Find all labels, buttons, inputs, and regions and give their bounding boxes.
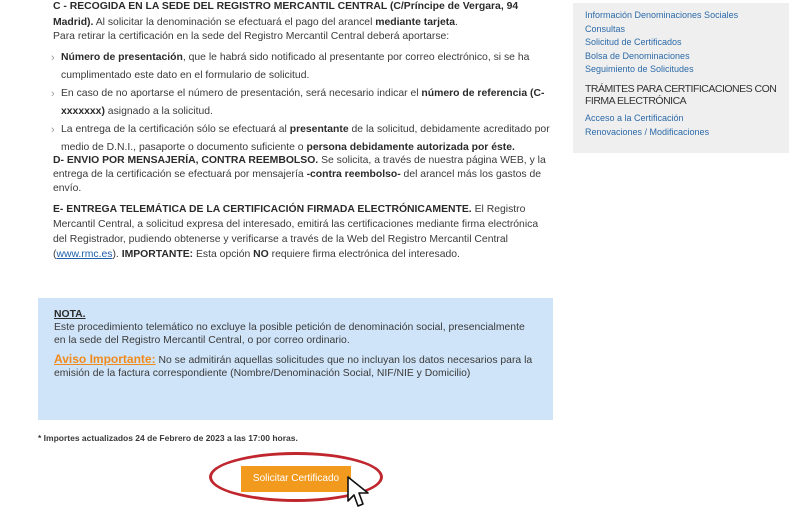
- list-item-text: En caso de no aportarse el número de pre…: [61, 88, 422, 99]
- sidebar: Información Denominaciones Sociales Cons…: [573, 3, 789, 153]
- sidebar-heading-line1: TRÁMITES PARA CERTIFICACIONES CON: [585, 82, 777, 95]
- section-c-bold: mediante tarjeta: [375, 17, 455, 28]
- section-d-paragraph: D- ENVIO POR MENSAJERÍA, CONTRA REEMBOLS…: [53, 154, 555, 196]
- solicitar-certificado-button[interactable]: Solicitar Certificado: [241, 466, 351, 492]
- mouse-pointer-icon: [347, 476, 369, 507]
- section-e-paragraph: E- ENTREGA TELEMÁTICA DE LA CERTIFICACIÓ…: [53, 202, 545, 262]
- sidebar-heading: TRÁMITES PARA CERTIFICACIONES CON FIRMA …: [585, 83, 777, 108]
- sidebar-link-consultas[interactable]: Consultas: [585, 23, 777, 37]
- nota-box: NOTA. Este procedimiento telemático no e…: [38, 298, 553, 420]
- list-item: La entrega de la certificación sólo se e…: [51, 121, 555, 157]
- section-d: D- ENVIO POR MENSAJERÍA, CONTRA REEMBOLS…: [53, 154, 555, 196]
- rmc-website-link[interactable]: www.rmc.es: [56, 249, 112, 260]
- aviso-title: Aviso Importante:: [54, 352, 156, 366]
- footnote: * Importes actualizados 24 de Febrero de…: [38, 433, 298, 443]
- list-item-bold: presentante: [289, 124, 349, 135]
- section-c-text2: Para retirar la certificación en la sede…: [53, 31, 450, 42]
- section-e-text: ).: [112, 249, 122, 260]
- sidebar-heading-line2: FIRMA ELECTRÓNICA: [585, 95, 687, 108]
- sidebar-link-seguimiento[interactable]: Seguimiento de Solicitudes: [585, 63, 777, 77]
- important-label: IMPORTANTE:: [121, 249, 194, 260]
- list-item-text: La entrega de la certificación sólo se e…: [61, 124, 290, 135]
- no-label: NO: [253, 249, 269, 260]
- list-item-bold: persona debidamente autorizada por éste.: [306, 142, 515, 153]
- sidebar-link-solicitud-certificados[interactable]: Solicitud de Certificados: [585, 36, 777, 50]
- section-e: E- ENTREGA TELEMÁTICA DE LA CERTIFICACIÓ…: [53, 202, 545, 262]
- list-item-text: asignado a la solicitud.: [104, 106, 213, 117]
- section-d-title: D- ENVIO POR MENSAJERÍA, CONTRA REEMBOLS…: [53, 155, 319, 166]
- nota-title: NOTA.: [54, 309, 86, 320]
- section-d-bold: -contra reembolso-: [306, 169, 401, 180]
- sidebar-link-informacion[interactable]: Información Denominaciones Sociales: [585, 9, 777, 23]
- list-item: Número de presentación, que le habrá sid…: [51, 49, 555, 85]
- list-item: En caso de no aportarse el número de pre…: [51, 85, 555, 121]
- section-e-title: E- ENTREGA TELEMÁTICA DE LA CERTIFICACIÓ…: [53, 204, 472, 215]
- section-c-text-end: .: [454, 17, 458, 28]
- requirements-list: Número de presentación, que le habrá sid…: [51, 49, 555, 157]
- section-e-text: requiere firma electrónica del interesad…: [268, 249, 460, 260]
- section-c: C - RECOGIDA EN LA SEDE DEL REGISTRO MER…: [53, 0, 555, 43]
- sidebar-link-acceso-certificacion[interactable]: Acceso a la Certificación: [585, 112, 777, 126]
- section-e-text: Esta opción: [193, 249, 254, 260]
- section-c-text: Al solicitar la denominación se efectuar…: [93, 17, 376, 28]
- nota-text: Este procedimiento telemático no excluye…: [54, 322, 525, 346]
- sidebar-link-bolsa-denominaciones[interactable]: Bolsa de Denominaciones: [585, 50, 777, 64]
- aviso-paragraph: Aviso Importante: No se admitirán aquell…: [54, 353, 537, 380]
- sidebar-link-renovaciones[interactable]: Renovaciones / Modificaciones: [585, 126, 777, 140]
- list-item-bold: Número de presentación: [61, 52, 183, 63]
- section-c-paragraph: C - RECOGIDA EN LA SEDE DEL REGISTRO MER…: [53, 0, 555, 31]
